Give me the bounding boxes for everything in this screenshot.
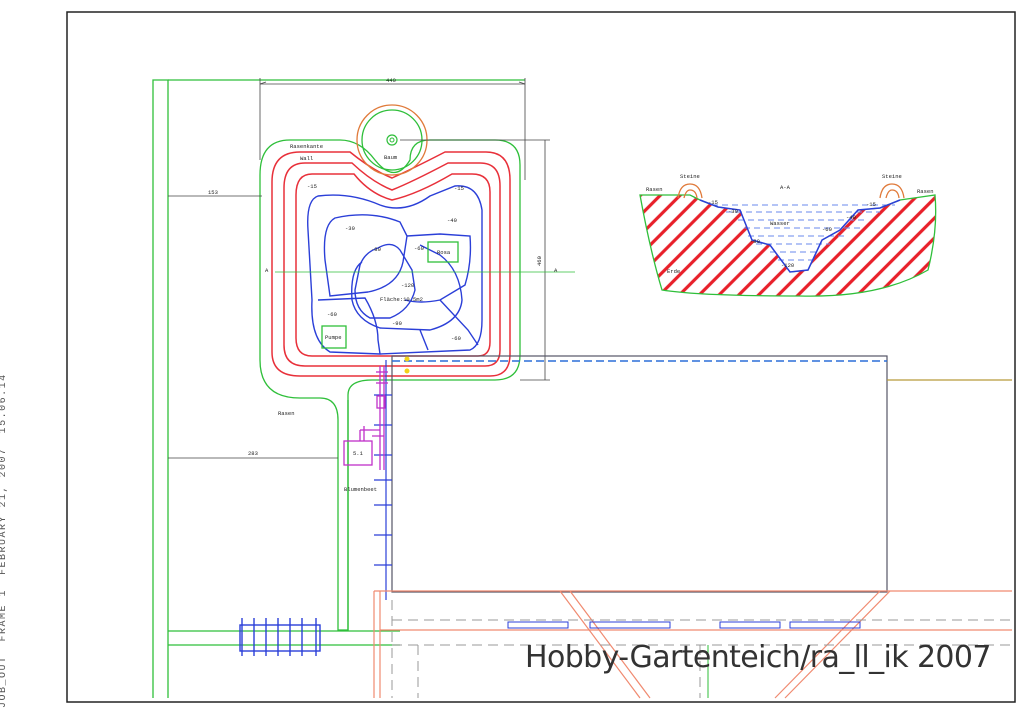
label-rasenkante: Rasenkante xyxy=(290,143,323,150)
marker-yellow-2 xyxy=(404,368,410,374)
section-steine-right: Steine xyxy=(882,173,902,180)
lawn-edge xyxy=(259,139,521,631)
cross-section xyxy=(639,183,937,297)
depth-60-left: -60 xyxy=(327,311,337,318)
label-pumpe: Pumpe xyxy=(325,334,342,341)
depth-30: -30 xyxy=(345,225,355,232)
label-baum: Baum xyxy=(384,154,398,161)
house-outline xyxy=(391,355,1012,593)
section-title: A-A xyxy=(780,184,791,191)
label-rosa: Rosa xyxy=(437,249,451,256)
label-rasen: Rasen xyxy=(278,410,295,417)
property-boundary xyxy=(152,79,525,698)
dim-left-top-label: 153 xyxy=(208,189,218,196)
watermark-text: Hobby-Gartenteich/ra_ll_ik 2007 xyxy=(525,640,992,675)
gate-symbol xyxy=(239,618,321,656)
marker-yellow-1 xyxy=(404,356,410,362)
label-section-a-right: A xyxy=(554,267,558,274)
section-depth-80: -80 xyxy=(750,238,760,245)
label-flaeche: Fläche:10.5m2 xyxy=(380,296,423,303)
section-depth-60: -60 xyxy=(822,226,832,233)
depth-60-right: -60 xyxy=(451,335,461,342)
window-elements xyxy=(507,621,861,629)
section-depth-120: -120 xyxy=(781,262,794,269)
section-steine-left: Steine xyxy=(680,173,700,180)
depth-contours xyxy=(307,185,483,355)
depth-15-right: -15 xyxy=(454,185,464,192)
depth-90: -90 xyxy=(392,320,402,327)
section-depth-15-left: -15 xyxy=(708,199,718,206)
cad-drawing: 440 460 153 283 Rasenkante Wall Baum Ras… xyxy=(66,11,1016,703)
section-rasen-left: Rasen xyxy=(646,186,663,193)
section-depth-15-right: -15 xyxy=(866,201,876,208)
section-depth-30: -30 xyxy=(728,208,738,215)
label-box-51: 5.1 xyxy=(353,450,364,457)
dim-left-bottom-label: 283 xyxy=(248,450,258,457)
depth-80: -80 xyxy=(371,246,381,253)
label-blumenbeet: Blumenbeet xyxy=(344,486,377,493)
section-wasser: Wasser xyxy=(770,220,790,227)
section-depth-40: -40 xyxy=(846,214,856,221)
depth-120: -120 xyxy=(401,282,414,289)
dim-width-label: 440 xyxy=(386,77,396,84)
section-erde: Erde xyxy=(667,268,680,275)
depth-40: -40 xyxy=(447,217,457,224)
dim-height-label: 460 xyxy=(536,256,543,266)
label-wall: Wall xyxy=(300,155,313,162)
stones xyxy=(677,183,905,199)
label-section-a-left: A xyxy=(265,267,269,274)
depth-15-left: -15 xyxy=(307,183,317,190)
section-rasen-right: Rasen xyxy=(917,188,934,195)
depth-60-top: -60 xyxy=(414,245,424,252)
